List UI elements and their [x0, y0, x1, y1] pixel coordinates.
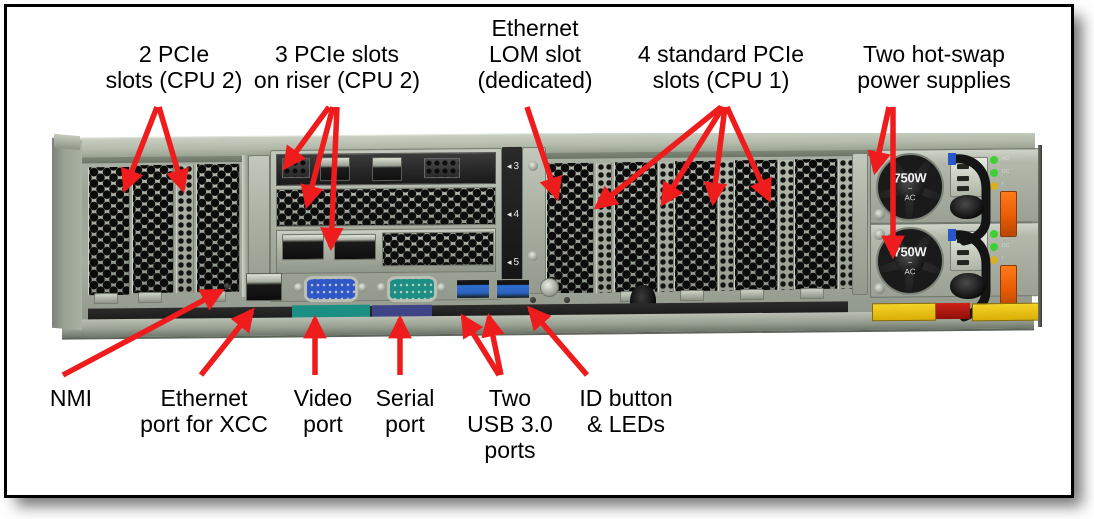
vga-pins-icon [307, 278, 355, 300]
callout-label-nmi: NMI [49, 385, 93, 411]
power-cords [948, 153, 991, 322]
callout-label-ethernet-lom: Ethernet LOM slot (dedicated) [477, 15, 593, 93]
riser-slot-number-4: 4 [507, 209, 520, 220]
video-port-vga [306, 277, 356, 301]
lom-rj45-port-1 [320, 156, 350, 182]
psu-screw-bottom-1 [874, 228, 885, 241]
warning-label-red [936, 302, 970, 320]
callout-label-id-button-leds: ID button & LEDs [579, 385, 673, 437]
lom-vent-strip [596, 162, 612, 294]
figure-root: 2 PCIe slots (CPU 2) 3 PCIe slots on ris… [0, 0, 1094, 519]
psu-screw-top-1 [874, 154, 885, 167]
vga-screw-left [294, 282, 303, 293]
ethernet-lom-slot-filler [546, 162, 594, 294]
pcie-slot-filler-cpu2-c [196, 163, 240, 293]
vga-screw-right [358, 282, 367, 293]
pcie-tab-2 [680, 289, 704, 302]
warning-label-left [872, 302, 936, 322]
serial-pins-icon [390, 278, 434, 300]
callout-label-power-supplies: Two hot-swap power supplies [857, 41, 1011, 93]
qsfp-port-2 [334, 233, 376, 261]
status-led-1 [530, 296, 536, 304]
cord-retention-clip-top [950, 194, 984, 220]
lom-rj45-port-2 [372, 156, 402, 182]
qsfp-port-1 [282, 233, 324, 261]
pcie-tab-4 [800, 287, 824, 300]
serial-screw-right [437, 282, 446, 293]
pcie-slot-filler-cpu1-3 [734, 159, 778, 291]
serial-port-db9 [389, 277, 435, 301]
figure-frame: 2 PCIe slots (CPU 2) 3 PCIe slots on ris… [4, 4, 1074, 498]
pcie-tab-b [138, 291, 162, 304]
chassis-left-endcap-tab [54, 133, 80, 151]
pcie-slot-filler-cpu2-b [132, 164, 174, 294]
status-led-2 [564, 296, 570, 304]
psu-screw-bottom-2 [874, 282, 885, 295]
chassis-left-endcap [52, 137, 82, 331]
pcie-tab-3 [740, 288, 764, 301]
callout-label-serial-port: Serial port [375, 385, 435, 437]
sfp-cage-right [424, 157, 460, 179]
nmi-recessed-button [224, 282, 230, 290]
pcie-vent-strip-1 [658, 161, 674, 293]
riser-card-slot4 [276, 186, 496, 228]
riser-slot-number-strip: 3 4 5 [502, 146, 522, 290]
psu-screw-top-2 [874, 208, 885, 221]
riser-slot-number-5: 5 [507, 257, 520, 268]
chassis-right-edge [1038, 144, 1042, 328]
riser-slot-number-3: 3 [507, 161, 520, 172]
usb3-port-1 [456, 278, 490, 300]
pcie-tab-c [202, 290, 226, 303]
callout-label-pcie-cpu1: 4 standard PCIe slots (CPU 1) [637, 41, 805, 93]
pcie-vent-strip-2 [718, 160, 734, 292]
pcie-tab-a [94, 292, 118, 305]
figure-canvas: 2 PCIe slots (CPU 2) 3 PCIe slots on ris… [7, 7, 1077, 501]
callout-label-usb3-ports: Two USB 3.0 ports [467, 385, 553, 463]
riser-card-slot5-vent [382, 231, 494, 267]
server-rear-photo: 3 4 5 [52, 133, 1042, 348]
callout-label-ethernet-xcc: Ethernet port for XCC [140, 385, 268, 437]
sfp-cage-left [282, 157, 310, 179]
riser-thumbscrew-bottom [528, 250, 538, 262]
pcie-vent-strip-3 [778, 159, 794, 291]
pcie-slot-filler-cpu1-4 [794, 158, 838, 290]
ethernet-xcc-port [246, 272, 282, 302]
usb3-port-2 [496, 278, 530, 300]
pcie-slot-filler-cpu1-2 [674, 160, 718, 292]
pcie-slot-filler-cpu1-1 [614, 161, 658, 293]
warning-label-right [972, 302, 1040, 322]
callout-label-pcie-riser-cpu2: 3 PCIe slots on riser (CPU 2) [253, 41, 421, 93]
pcie-slot-filler-cpu2-a [88, 166, 130, 296]
pcie-cage-rail-right [852, 152, 868, 296]
cord-retention-clip-bottom [950, 272, 986, 300]
pcie-vent-strip-left [176, 164, 194, 294]
id-button[interactable] [540, 277, 559, 298]
serial-screw-left [377, 282, 386, 293]
callout-label-video-port: Video port [293, 385, 353, 437]
riser-thumbscrew-top [528, 160, 538, 172]
